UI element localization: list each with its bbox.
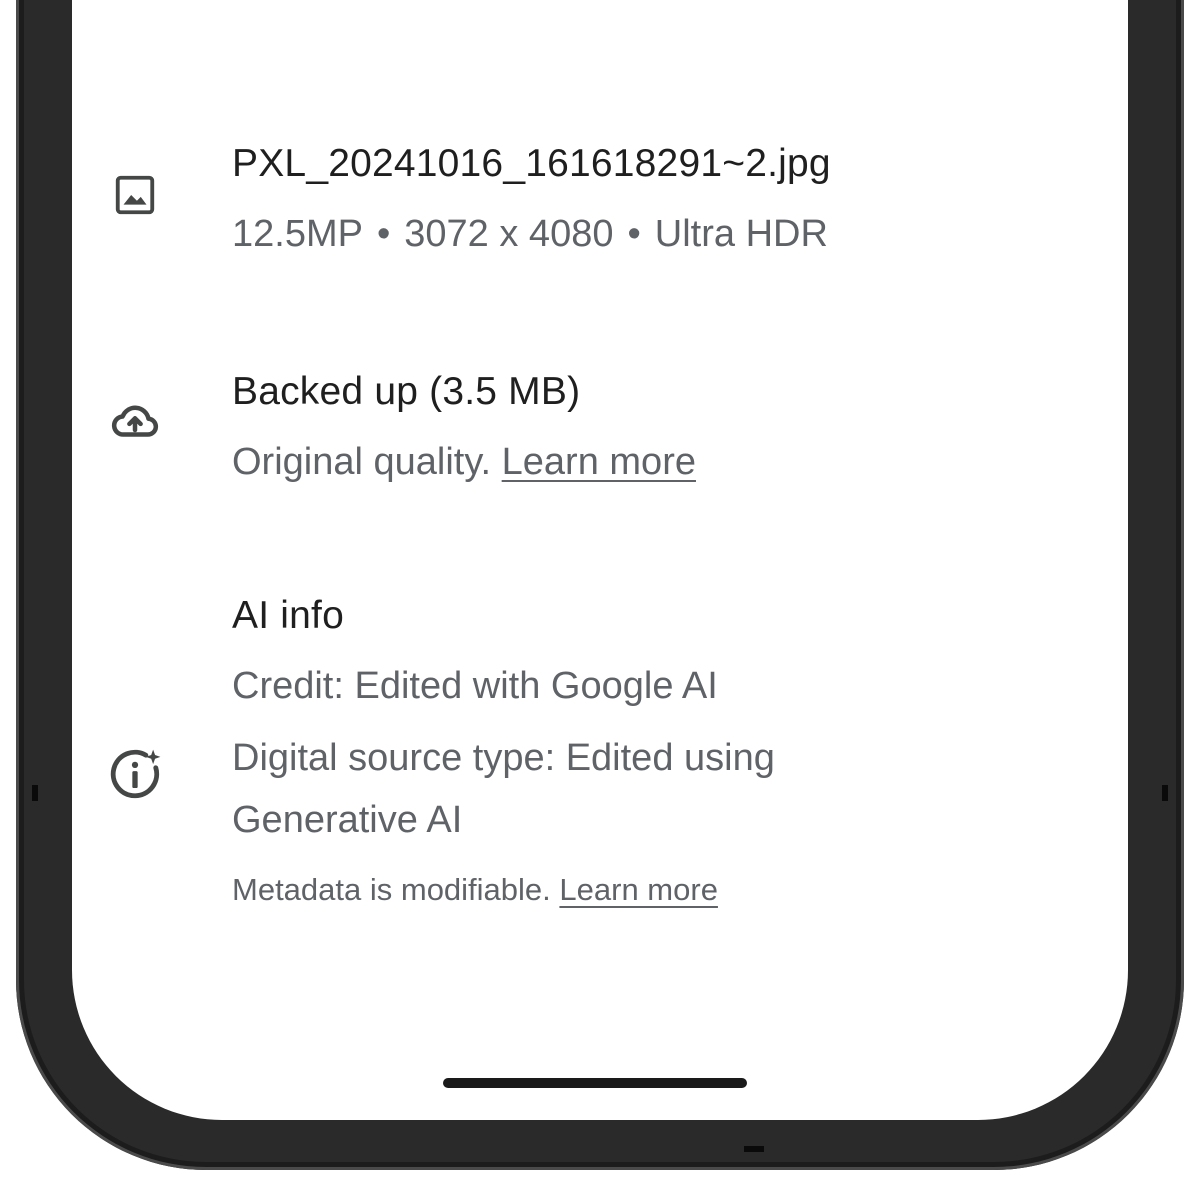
- metadata-note-text: Metadata is modifiable.: [232, 872, 551, 907]
- ai-source-type-line1: Digital source type: Edited using: [232, 737, 775, 779]
- megapixels: 12.5MP: [232, 213, 363, 255]
- backup-quality: Original quality. Learn more: [232, 438, 1088, 486]
- dimensions: 3072 x 4080: [404, 213, 614, 255]
- page: PXL_20241016_161618291~2.jpg 12.5MP • 3072…: [0, 0, 1200, 1187]
- ai-source-type-line2: Generative AI: [232, 799, 463, 841]
- home-indicator[interactable]: [443, 1078, 747, 1088]
- hdr-badge: Ultra HDR: [654, 213, 828, 255]
- image-icon: [106, 166, 164, 224]
- file-info-text: PXL_20241016_161618291~2.jpg 12.5MP • 3072…: [232, 140, 1088, 258]
- ai-info-title: AI info: [232, 594, 344, 637]
- ai-info-icon: [106, 746, 164, 804]
- ai-info-text: AI info Credit: Edited with Google AI Di…: [232, 592, 1088, 910]
- quality-label: Original quality.: [232, 441, 492, 483]
- separator-dot: •: [376, 213, 391, 255]
- file-name: PXL_20241016_161618291~2.jpg: [232, 142, 831, 185]
- file-specs: 12.5MP • 3072 x 4080 • Ultra HDR: [232, 210, 1088, 258]
- separator-dot: •: [627, 213, 641, 255]
- backup-learn-more-link[interactable]: Learn more: [502, 441, 696, 483]
- metadata-note: Metadata is modifiable. Learn more: [232, 870, 1088, 910]
- metadata-learn-more-link[interactable]: Learn more: [559, 872, 718, 907]
- frame-antenna-line-left: [32, 785, 38, 801]
- backup-text: Backed up (3.5 MB) Original quality. Lea…: [232, 368, 1088, 486]
- frame-antenna-line-bottom: [744, 1146, 764, 1152]
- backup-status: Backed up (3.5 MB): [232, 370, 581, 413]
- cloud-upload-icon: [106, 392, 164, 450]
- frame-antenna-line-right: [1162, 785, 1168, 801]
- details-screen: PXL_20241016_161618291~2.jpg 12.5MP • 3072…: [72, 0, 1128, 1120]
- ai-credit: Credit: Edited with Google AI: [232, 665, 718, 707]
